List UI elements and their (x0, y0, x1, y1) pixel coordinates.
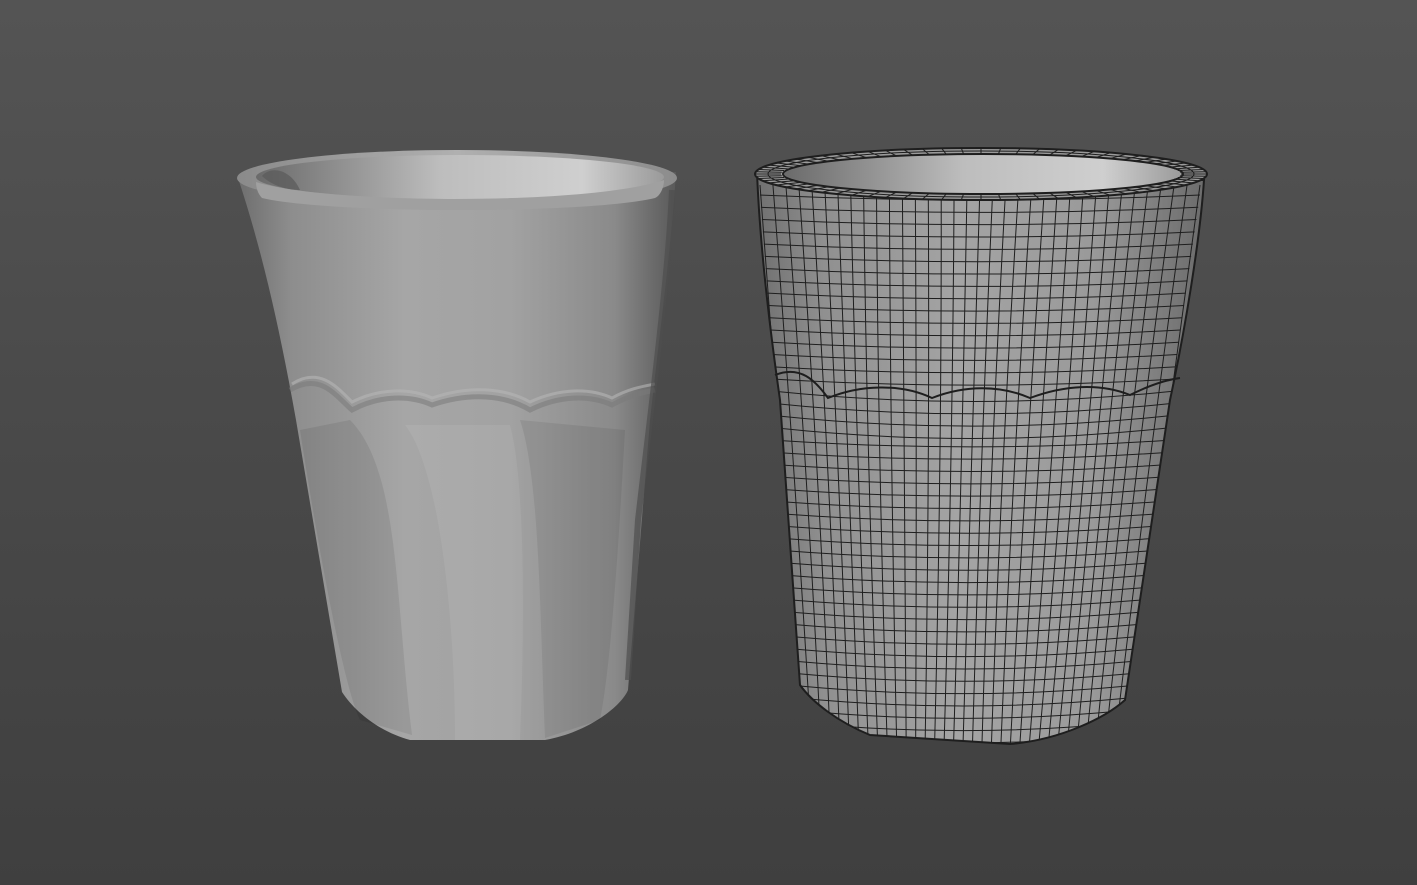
smooth-shaded-cup[interactable] (237, 150, 677, 740)
3d-viewport[interactable] (0, 0, 1417, 885)
cup-body (755, 170, 1206, 746)
viewport-canvas (237, 147, 1208, 746)
wireframe-cup[interactable] (754, 147, 1208, 746)
